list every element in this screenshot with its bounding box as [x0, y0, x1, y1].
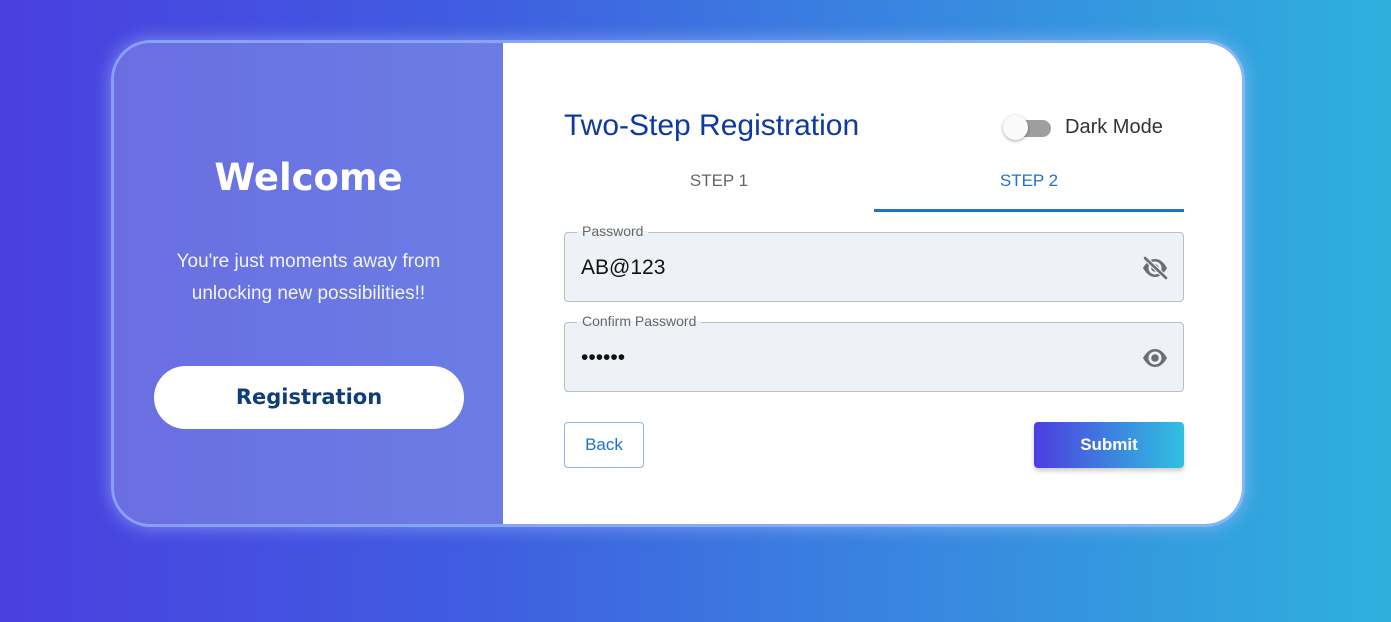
eye-off-icon[interactable] — [1141, 255, 1169, 281]
tab-step-2[interactable]: STEP 2 — [874, 165, 1184, 212]
back-button[interactable]: Back — [564, 422, 644, 468]
eye-icon[interactable] — [1141, 345, 1169, 371]
password-input[interactable] — [581, 251, 1121, 285]
step-tabs: STEP 1 STEP 2 — [564, 165, 1184, 212]
dark-mode-control: Dark Mode — [1003, 115, 1163, 140]
dark-mode-label: Dark Mode — [1065, 115, 1163, 138]
password-label: Password — [577, 223, 649, 239]
confirm-password-label: Confirm Password — [577, 313, 702, 329]
submit-button[interactable]: Submit — [1034, 422, 1184, 468]
registration-button[interactable]: Registration — [154, 366, 464, 429]
password-field: Password — [564, 223, 1184, 302]
welcome-tagline: You're just moments away from unlocking … — [176, 251, 441, 304]
welcome-panel: Welcome You're just moments away from un… — [114, 43, 503, 524]
switch-thumb — [1003, 115, 1028, 140]
registration-card: Welcome You're just moments away from un… — [111, 40, 1245, 527]
form-title: Two-Step Registration — [564, 109, 860, 142]
dark-mode-switch[interactable] — [1003, 115, 1051, 140]
confirm-password-input[interactable] — [581, 341, 1121, 375]
welcome-heading: Welcome — [214, 156, 403, 199]
confirm-password-field: Confirm Password — [564, 313, 1184, 392]
tab-step-1[interactable]: STEP 1 — [564, 165, 874, 212]
form-panel: Two-Step Registration Dark Mode STEP 1 S… — [503, 43, 1242, 524]
